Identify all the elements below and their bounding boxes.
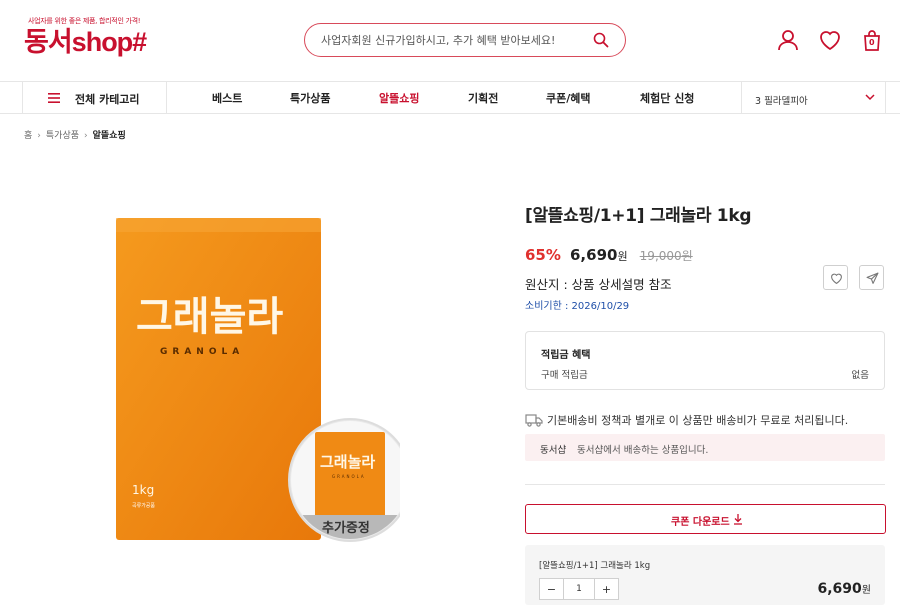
svg-text:GRANOLA: GRANOLA <box>332 474 366 479</box>
breadcrumb: 홈 › 특가상품 › 알뜰쇼핑 <box>24 131 126 141</box>
cart-count: 0 <box>869 38 875 47</box>
option-name: [알뜰쇼핑/1+1] 그래놀라 1kg <box>539 561 651 571</box>
package-subtitle: GRANOLA <box>160 347 244 357</box>
increase-button[interactable]: + <box>594 579 618 599</box>
price-row: 65% 6,690원 19,000원 <box>525 245 693 264</box>
quantity-stepper: − 1 + <box>539 578 619 600</box>
download-icon <box>734 514 742 525</box>
user-icon[interactable] <box>776 28 800 52</box>
nav-item-special[interactable]: 특가상품 <box>290 90 330 106</box>
cart-icon[interactable]: 0 <box>860 28 884 52</box>
product-image: 그래놀라 GRANOLA 1kg 곡류가공품 그래놀라 GRANOLA 추가증정 <box>116 218 400 542</box>
package-weight: 1kg <box>132 483 154 497</box>
seller-description: 동서샵에서 배송하는 상품입니다. <box>577 445 709 456</box>
discount-rate: 65% <box>525 246 561 264</box>
svg-text:그래놀라: 그래놀라 <box>320 453 375 471</box>
shipping-notice-text: 기본배송비 정책과 별개로 이 상품만 배송비가 무료로 처리됩니다. <box>547 414 849 427</box>
points-value: 없음 <box>851 370 869 381</box>
expiry-date: 소비기한 : 2026/10/29 <box>525 301 630 312</box>
package-small-text: 곡류가공품 <box>132 502 155 509</box>
search-box <box>304 23 626 57</box>
nav-item-trial[interactable]: 체험단 신청 <box>640 90 694 106</box>
breadcrumb-special[interactable]: 특가상품 <box>46 131 79 141</box>
heart-icon[interactable] <box>818 28 842 52</box>
breadcrumb-current[interactable]: 알뜰쇼핑 <box>93 131 126 141</box>
option-price: 6,690원 <box>817 581 872 597</box>
package-title: 그래놀라 <box>136 294 283 340</box>
truck-icon <box>525 414 543 427</box>
decrease-button[interactable]: − <box>540 579 564 599</box>
nav-item-best[interactable]: 베스트 <box>212 90 242 106</box>
coupon-download-button[interactable]: 쿠폰 다운로드 <box>525 504 886 534</box>
nav-item-budget-shopping[interactable]: 알뜰쇼핑 <box>379 90 419 106</box>
all-categories-label: 전체 카테고리 <box>75 93 140 106</box>
seller-box: 동서샵 동서샵에서 배송하는 상품입니다. <box>525 434 885 461</box>
site-header: 사업자를 위한 좋은 제품, 합리적인 가격! 동서shop# 0 <box>0 0 900 82</box>
divider <box>525 484 885 485</box>
wishlist-button[interactable] <box>823 265 848 290</box>
logo-brand: 동서shop# <box>24 27 147 57</box>
search-icon[interactable] <box>593 32 609 48</box>
product-title: [알뜰쇼핑/1+1] 그래놀라 1kg <box>525 206 752 226</box>
menu-icon <box>48 93 60 103</box>
shipping-notice: 기본배송비 정책과 별개로 이 상품만 배송비가 무료로 처리됩니다. <box>525 412 848 428</box>
selected-option: [알뜰쇼핑/1+1] 그래놀라 1kg − 1 + 6,690원 <box>525 545 885 605</box>
coupon-download-label: 쿠폰 다운로드 <box>671 517 730 528</box>
original-price: 19,000원 <box>639 249 693 263</box>
points-title: 적립금 혜택 <box>541 350 591 361</box>
origin-text: 원산지 : 상품 상세설명 참조 <box>525 277 672 292</box>
breadcrumb-home[interactable]: 홈 <box>24 131 32 141</box>
share-button[interactable] <box>859 265 884 290</box>
nav-item-exhibition[interactable]: 기획전 <box>468 90 498 106</box>
nav-item-coupons[interactable]: 쿠폰/혜택 <box>546 90 591 106</box>
logo-tagline: 사업자를 위한 좋은 제품, 합리적인 가격! <box>28 17 141 25</box>
region-select[interactable]: 3 필라델피아 <box>741 82 886 114</box>
seller-name: 동서샵 <box>540 445 567 456</box>
bonus-label: 추가증정 <box>322 520 370 536</box>
chevron-down-icon <box>865 94 875 101</box>
logo[interactable]: 사업자를 위한 좋은 제품, 합리적인 가격! 동서shop# <box>24 16 147 57</box>
points-box: 적립금 혜택 구매 적립금 없음 <box>525 331 885 390</box>
all-categories-button[interactable]: 전체 카테고리 <box>22 82 167 114</box>
heart-icon <box>831 273 842 285</box>
search-input[interactable] <box>321 30 581 50</box>
share-icon <box>866 272 879 284</box>
sale-price: 6,690원 <box>570 246 628 264</box>
points-label: 구매 적립금 <box>541 370 588 381</box>
quantity-value[interactable]: 1 <box>564 579 594 599</box>
region-value: 3 필라델피아 <box>755 96 808 107</box>
